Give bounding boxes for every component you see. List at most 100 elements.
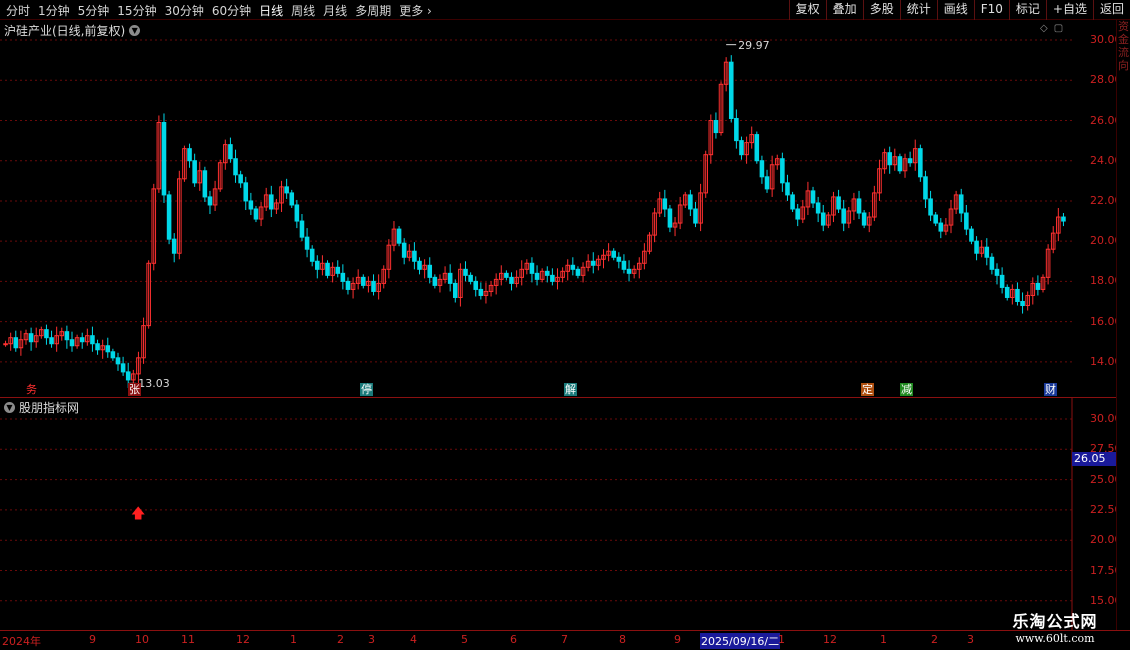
candle-body	[958, 194, 964, 214]
candle-body	[171, 238, 177, 254]
date-axis: 2024年 9 10 11 12 1 2 3 4 5 6 7 8 9 2025/09/16/二 1 12 1 2 3	[0, 630, 1130, 650]
candle-body	[335, 266, 341, 274]
candle-body	[427, 264, 433, 278]
event-marker[interactable]: 张	[128, 383, 141, 396]
diamond-icon[interactable]: ◇	[1040, 23, 1048, 34]
candle-body	[616, 256, 622, 262]
candle-body	[284, 186, 289, 194]
chart-tools: ◇ ▢	[1040, 23, 1063, 34]
candle-body	[473, 280, 479, 290]
candle-body	[841, 208, 846, 224]
event-marker[interactable]: 停	[360, 383, 373, 396]
event-marker[interactable]: 务	[25, 383, 38, 396]
candle-body	[815, 202, 821, 214]
candle-body	[795, 208, 800, 220]
chevron-down-icon[interactable]: ▼	[129, 25, 141, 36]
date-tick: 10	[135, 633, 149, 646]
date-tick: 3	[967, 633, 974, 646]
candle-body	[928, 198, 933, 216]
candle-body	[621, 260, 627, 270]
date-tick: 12	[823, 633, 837, 646]
strip-char-1: 金	[1118, 33, 1129, 46]
sub-chart-title: ▼ 股朋指标网	[4, 399, 79, 416]
candle-body	[228, 144, 233, 160]
candle-body	[938, 222, 944, 232]
candle-body	[28, 333, 34, 343]
event-marker[interactable]: 财	[1044, 383, 1057, 396]
candle-body	[933, 214, 938, 224]
candle-body	[999, 274, 1005, 288]
event-marker[interactable]: 解	[564, 383, 577, 396]
candle-body	[202, 170, 208, 198]
date-tick: 5	[461, 633, 468, 646]
candle-body	[120, 363, 126, 373]
candle-body	[166, 194, 172, 240]
date-tick: 8	[619, 633, 626, 646]
candle-body	[69, 339, 75, 347]
candle-body	[1004, 286, 1010, 298]
candle-body	[790, 194, 795, 210]
candle-body	[964, 212, 969, 230]
date-tick: 2	[931, 633, 938, 646]
candle-body	[44, 329, 49, 339]
candle-body	[534, 272, 540, 280]
candle-body	[248, 200, 254, 210]
candle-body	[611, 250, 617, 258]
candle-body	[969, 228, 974, 242]
panel-divider	[0, 397, 1130, 398]
candle-body	[110, 351, 116, 359]
candle-body	[861, 212, 867, 226]
candle-body	[233, 158, 238, 176]
window-icon[interactable]: ▢	[1054, 23, 1063, 34]
candle-body	[289, 192, 295, 206]
candle-body	[161, 122, 167, 196]
candle-body	[294, 204, 300, 222]
candle-body	[253, 208, 259, 220]
strip-char-0: 资	[1118, 20, 1129, 33]
sub-title-text: 股朋指标网	[19, 401, 80, 415]
candle-body	[693, 208, 698, 224]
candle-body	[207, 196, 213, 206]
candlestick-chart[interactable]	[0, 0, 1130, 650]
candle-body	[836, 196, 841, 210]
candle-body	[713, 120, 719, 134]
date-tick: 7	[561, 633, 568, 646]
candle-body	[315, 260, 320, 270]
main-chart-title: 沪硅产业(日线,前复权) ▼	[4, 22, 141, 39]
event-marker[interactable]: 减	[900, 383, 913, 396]
candle-body	[728, 61, 734, 119]
candle-body	[759, 160, 765, 178]
candle-body	[95, 343, 100, 351]
high-price-label: 29.97	[738, 38, 770, 52]
candle-body	[1015, 288, 1020, 302]
right-side-strip[interactable]: 资金流向	[1116, 20, 1130, 630]
candle-body	[401, 242, 407, 258]
strip-char-3: 向	[1118, 59, 1129, 72]
candle-body	[810, 190, 816, 204]
candle-body	[667, 208, 673, 228]
candle-body	[432, 276, 438, 286]
candle-body	[509, 276, 514, 284]
candle-body	[13, 337, 19, 349]
candle-body	[452, 282, 458, 298]
candle-body	[468, 274, 473, 282]
candle-body	[3, 343, 8, 346]
candle-body	[192, 160, 197, 184]
candle-body	[897, 156, 903, 172]
candle-body	[504, 272, 509, 278]
candle-body	[856, 198, 862, 214]
candle-body	[590, 260, 596, 266]
watermark-url: www.60lt.com	[1015, 632, 1095, 645]
candle-body	[340, 272, 346, 282]
buy-signal-arrow-icon: 🡅	[131, 506, 146, 522]
candle-body	[754, 134, 760, 162]
chevron-down-icon[interactable]: ▼	[4, 402, 15, 413]
low-price-label: 13.03	[138, 377, 170, 391]
event-marker[interactable]: 定	[861, 383, 874, 396]
candle-body	[49, 337, 54, 345]
candle-body	[447, 272, 453, 284]
candle-body	[396, 228, 402, 244]
candle-body	[785, 182, 790, 196]
candle-body	[243, 182, 249, 202]
candle-body	[734, 117, 739, 142]
